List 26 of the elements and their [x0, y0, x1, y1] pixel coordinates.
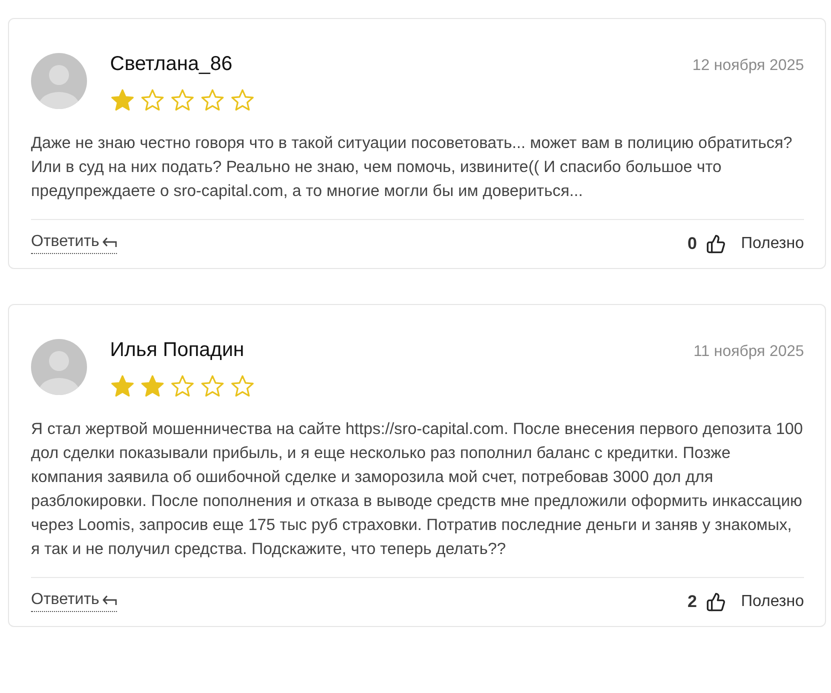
useful-label: Полезно [741, 592, 804, 610]
star-icon [110, 88, 135, 113]
reply-arrow-icon [102, 594, 118, 606]
star-icon [170, 374, 195, 399]
star-icon [110, 374, 135, 399]
star-icon [200, 88, 225, 113]
star-icon [170, 88, 195, 113]
review-date: 12 ноября 2025 [692, 57, 804, 75]
author-name: Светлана_86 [110, 52, 234, 76]
star-icon [230, 374, 255, 399]
star-icon [230, 88, 255, 113]
review-text: Я стал жертвой мошенничества на сайте https://sro-capital.com. После внесения первого депозита 100 дол сделки показывали прибыль, и я еще несколько раз пополнил баланс с кредитки. Позже компания заявила об ошибочной сделке и заморозила мой счет, потребовав 3000 дол для разблокировки. После пополнения и отказа в выводе средств мне предложили оформить инкассацию через Loomis, запросив еще 175 тыс руб страховки. Потратив последние деньги и заняв у знакомых, я так и не получил средства. Подскажите, что теперь делать?? [31, 417, 804, 578]
star-icon [140, 88, 165, 113]
useful-label: Полезно [741, 234, 804, 252]
like-count: 0 [688, 234, 697, 254]
reply-arrow-icon [102, 236, 118, 248]
review-text: Даже не знаю честно говоря что в такой ситуации посоветовать... может вам в полицию обратиться? Или в суд на них подать? Реально не знаю, чем помочь, извините(( И спасибо большое что предупреждаете о sro-capital.com, а то многие могли бы им довериться... [31, 131, 804, 220]
star-icon [140, 374, 165, 399]
thumbs-up-icon[interactable] [706, 234, 726, 254]
star-icon [200, 374, 225, 399]
thumbs-up-icon[interactable] [706, 592, 726, 612]
author-name: Илья Попадин [110, 338, 246, 362]
reply-link[interactable]: Ответить [31, 233, 118, 254]
like-count: 2 [688, 592, 697, 612]
review-date: 11 ноября 2025 [694, 343, 804, 361]
reply-link[interactable]: Ответить [31, 591, 118, 612]
